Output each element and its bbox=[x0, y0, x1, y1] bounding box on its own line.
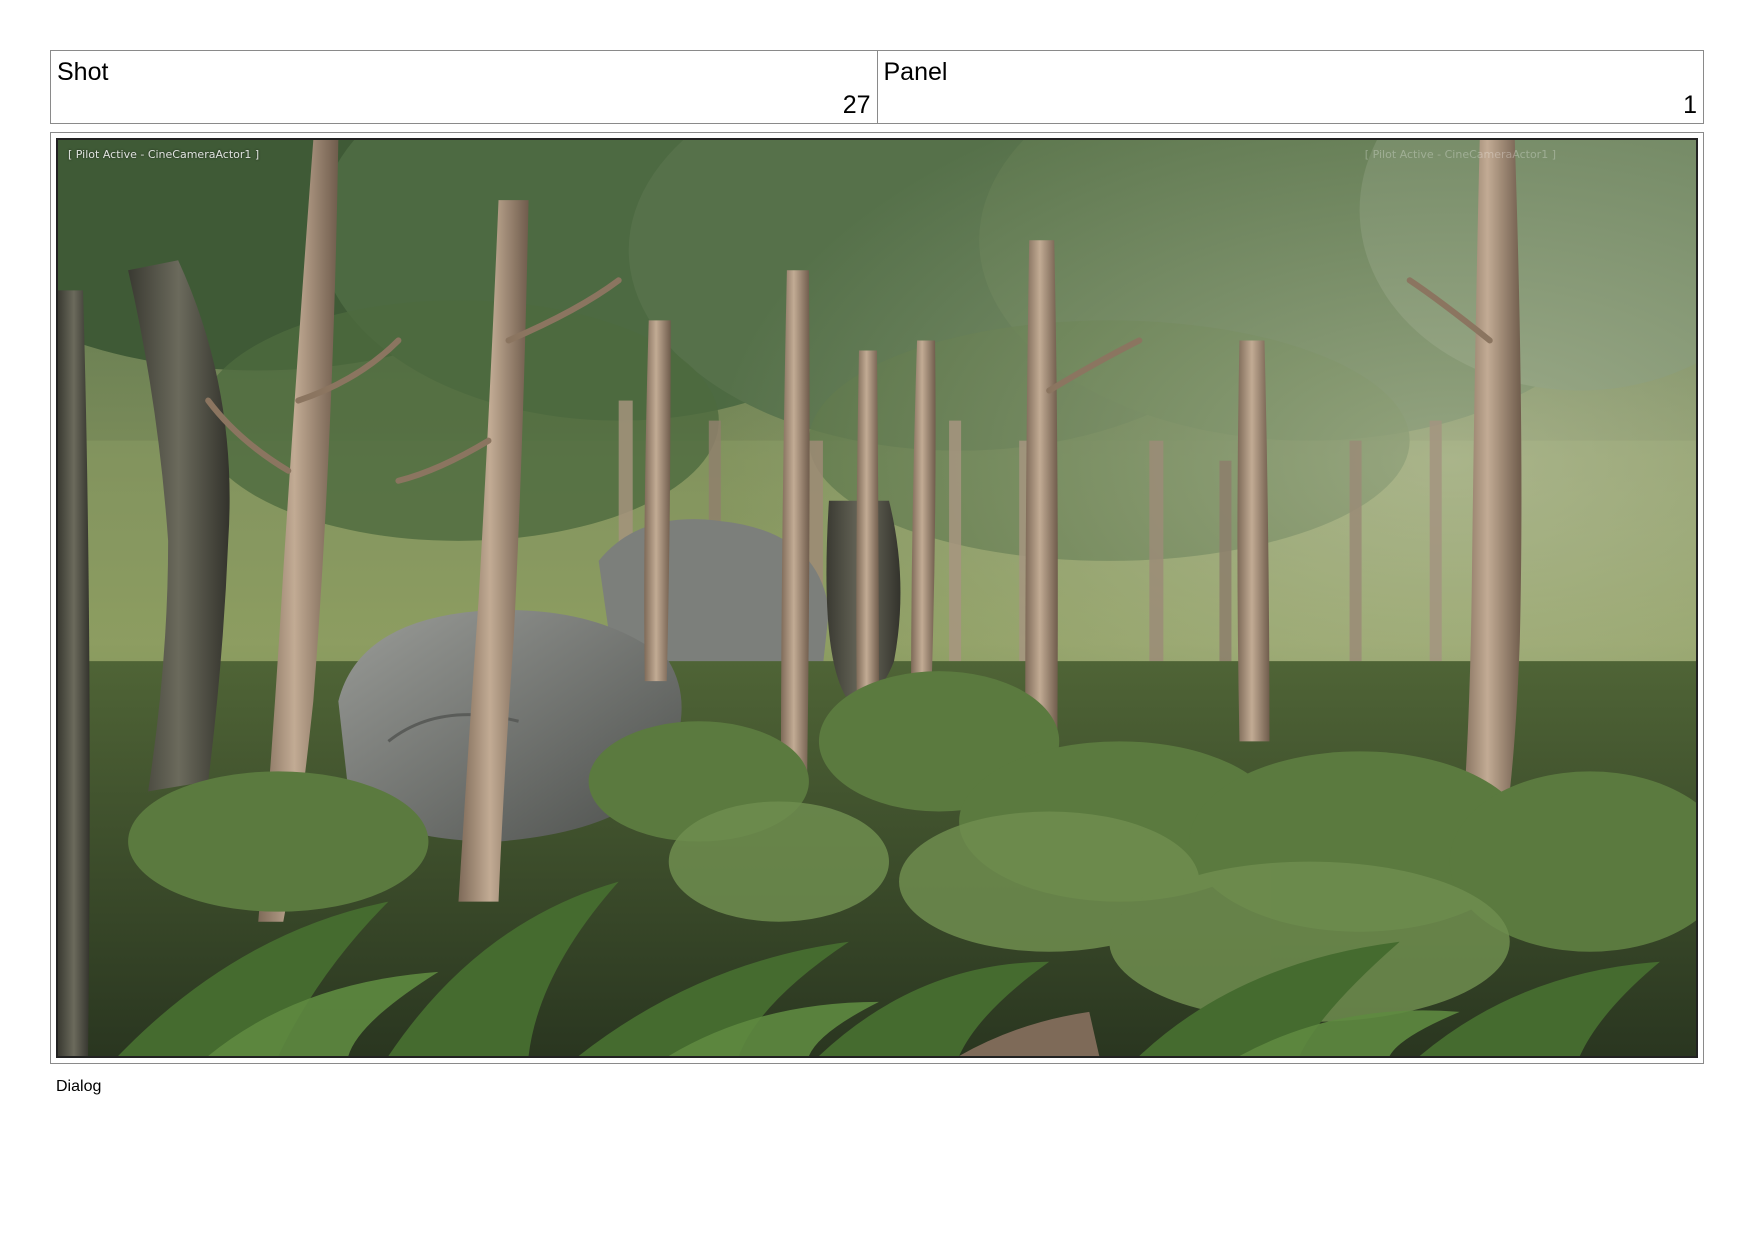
panel-label: Panel bbox=[883, 58, 948, 86]
forest-scene-illustration bbox=[58, 140, 1696, 1056]
camera-overlay-label: [ Pilot Active - CineCameraActor1 ] bbox=[68, 148, 260, 161]
shot-label: Shot bbox=[57, 58, 109, 86]
panel-cell: Panel 1 bbox=[876, 51, 1704, 123]
shot-number: 27 bbox=[842, 91, 871, 119]
dialog-label: Dialog bbox=[56, 1078, 102, 1095]
panel-number: 1 bbox=[1683, 91, 1697, 119]
panel-header: Shot 27 Panel 1 bbox=[50, 50, 1704, 124]
shot-cell: Shot 27 bbox=[51, 51, 877, 123]
forest-scene-image: [ Pilot Active - CineCameraActor1 ] [ Pi… bbox=[56, 138, 1698, 1058]
storyboard-frame: [ Pilot Active - CineCameraActor1 ] [ Pi… bbox=[50, 132, 1704, 1064]
camera-overlay-label-faded: [ Pilot Active - CineCameraActor1 ] bbox=[1364, 148, 1556, 161]
